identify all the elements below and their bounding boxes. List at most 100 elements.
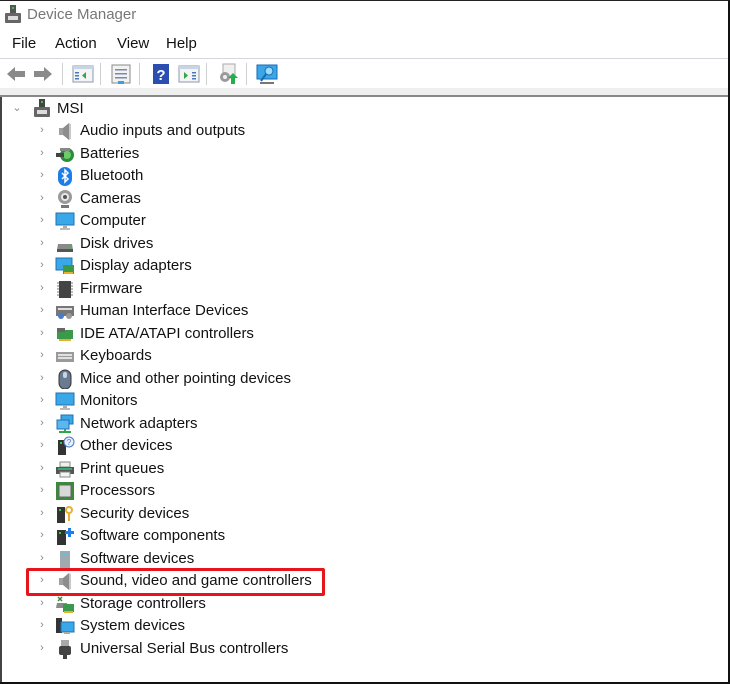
- chevron-right-icon[interactable]: ›: [37, 191, 47, 205]
- menu-help[interactable]: Help: [166, 35, 197, 52]
- chevron-right-icon[interactable]: ›: [37, 618, 47, 632]
- chevron-right-icon[interactable]: ›: [37, 213, 47, 227]
- tree-item-ide-ata-atapi-controllers[interactable]: › IDE ATA/ATAPI controllers: [2, 323, 602, 345]
- tree-item-other-devices[interactable]: ›? Other devices: [2, 435, 602, 457]
- toolbar: ?: [0, 58, 728, 89]
- svg-text:?: ?: [67, 438, 72, 447]
- computer-icon: [55, 212, 75, 230]
- ide-controller-icon: [57, 327, 73, 341]
- chevron-right-icon[interactable]: ›: [37, 641, 47, 655]
- chevron-right-icon[interactable]: ›: [37, 168, 47, 182]
- tree-item-cameras[interactable]: › Cameras: [2, 188, 602, 210]
- device-manager-window: Device Manager File Action View Help ? ⌄…: [0, 0, 730, 684]
- menu-view[interactable]: View: [117, 35, 149, 52]
- tree-item-bluetooth[interactable]: › Bluetooth: [2, 165, 602, 187]
- tree-item-display-adapters[interactable]: › Display adapters: [2, 255, 602, 277]
- chevron-right-icon[interactable]: ›: [37, 123, 47, 137]
- help-icon[interactable]: ?: [150, 63, 172, 85]
- update-driver-icon[interactable]: [217, 63, 239, 85]
- svg-text:?: ?: [156, 67, 165, 84]
- printer-icon: [56, 461, 74, 477]
- properties-icon[interactable]: [110, 63, 132, 85]
- tree-item-label: Mice and other pointing devices: [80, 369, 291, 387]
- tree-item-software-components[interactable]: › Software components: [2, 525, 602, 547]
- chevron-right-icon[interactable]: ›: [37, 416, 47, 430]
- tree-item-print-queues[interactable]: › Print queues: [2, 458, 602, 480]
- system-devices-icon: [56, 618, 75, 634]
- tree-item-label: Print queues: [80, 459, 165, 477]
- tree-item-storage-controllers[interactable]: › Storage controllers: [2, 593, 602, 615]
- tree-item-label: Sound, video and game controllers: [80, 572, 312, 589]
- back-arrow-icon[interactable]: [5, 63, 27, 85]
- tree-root[interactable]: ⌄ MSI: [2, 98, 602, 120]
- chevron-right-icon[interactable]: ›: [37, 281, 47, 295]
- tree-item-mice-and-other-pointing-devices[interactable]: › Mice and other pointing devices: [2, 368, 602, 390]
- tree-item-computer[interactable]: › Computer: [2, 210, 602, 232]
- tree-item-security-devices[interactable]: › Security devices: [2, 503, 602, 525]
- window-title: Device Manager: [27, 6, 137, 23]
- tree-item-label: Firmware: [80, 279, 143, 297]
- chevron-right-icon[interactable]: ›: [37, 258, 47, 272]
- toolbar-separator: [62, 63, 63, 85]
- show-hide-console-tree-icon[interactable]: [72, 63, 94, 85]
- tree-item-network-adapters[interactable]: › Network adapters: [2, 413, 602, 435]
- chevron-right-icon[interactable]: ›: [37, 236, 47, 250]
- tree-item-batteries[interactable]: › Batteries: [2, 143, 602, 165]
- tree-item-label: Disk drives: [80, 234, 154, 252]
- chevron-right-icon[interactable]: ›: [37, 326, 47, 340]
- scan-hardware-changes-icon[interactable]: [256, 63, 278, 85]
- tree-item-sound-video-and-game-controllers[interactable]: › Sound, video and game controllers: [2, 570, 602, 592]
- chevron-right-icon[interactable]: ›: [37, 348, 47, 362]
- tree-item-label: Processors: [80, 482, 156, 499]
- bluetooth-icon: [58, 167, 72, 186]
- show-action-pane-icon[interactable]: [178, 63, 200, 85]
- chevron-right-icon[interactable]: ›: [37, 573, 47, 587]
- chevron-right-icon[interactable]: ›: [37, 371, 47, 385]
- camera-icon: [58, 189, 72, 208]
- tree-item-monitors[interactable]: › Monitors: [2, 390, 602, 412]
- tree-item-label: Audio inputs and outputs: [80, 122, 246, 139]
- toolbar-separator: [246, 63, 247, 85]
- tree-item-universal-serial-bus-controllers[interactable]: › Universal Serial Bus controllers: [2, 638, 602, 660]
- tree-item-keyboards[interactable]: › Keyboards: [2, 345, 602, 367]
- disk-drive-icon: [57, 243, 73, 252]
- menu-file[interactable]: File: [12, 35, 36, 52]
- tree-item-label: Batteries: [80, 144, 140, 162]
- tree-item-label: IDE ATA/ATAPI controllers: [80, 324, 254, 342]
- tree-item-software-devices[interactable]: › Software devices: [2, 548, 602, 570]
- chevron-right-icon[interactable]: ›: [37, 146, 47, 160]
- software-device-icon: [60, 550, 70, 568]
- tree-item-disk-drives[interactable]: › Disk drives: [2, 233, 602, 255]
- tree-item-processors[interactable]: › Processors: [2, 480, 602, 502]
- tree-item-label: Software devices: [80, 549, 195, 567]
- chevron-right-icon[interactable]: ›: [37, 393, 47, 407]
- device-manager-app-icon: [5, 5, 21, 23]
- chevron-right-icon[interactable]: ›: [37, 528, 47, 542]
- chevron-right-icon[interactable]: ›: [37, 303, 47, 317]
- software-component-icon: [57, 528, 74, 545]
- tree-item-system-devices[interactable]: › System devices: [2, 615, 602, 637]
- chevron-right-icon[interactable]: ›: [37, 483, 47, 497]
- chevron-right-icon[interactable]: ›: [37, 438, 47, 452]
- firmware-chip-icon: [57, 280, 73, 298]
- tree-item-label: Storage controllers: [80, 594, 206, 612]
- tree-item-label: Software components: [80, 527, 226, 544]
- tree-item-audio-inputs-and-outputs[interactable]: › Audio inputs and outputs: [2, 120, 602, 142]
- tree-item-human-interface-devices[interactable]: › Human Interface Devices: [2, 300, 602, 322]
- speaker-icon: [59, 573, 71, 590]
- usb-icon: [59, 639, 71, 659]
- security-key-icon: [57, 505, 73, 523]
- battery-icon: [56, 147, 74, 162]
- chevron-right-icon[interactable]: ›: [37, 596, 47, 610]
- tree-item-label: Security devices: [80, 504, 190, 522]
- storage-controller-icon: [56, 595, 74, 613]
- menu-action[interactable]: Action: [55, 35, 97, 52]
- chevron-right-icon[interactable]: ›: [37, 461, 47, 475]
- tree-item-label: Display adapters: [80, 257, 192, 274]
- chevron-right-icon[interactable]: ›: [37, 551, 47, 565]
- chevron-down-icon[interactable]: ⌄: [12, 101, 22, 115]
- tree-item-firmware[interactable]: › Firmware: [2, 278, 602, 300]
- forward-arrow-icon[interactable]: [32, 63, 54, 85]
- processor-icon: [56, 482, 74, 500]
- chevron-right-icon[interactable]: ›: [37, 506, 47, 520]
